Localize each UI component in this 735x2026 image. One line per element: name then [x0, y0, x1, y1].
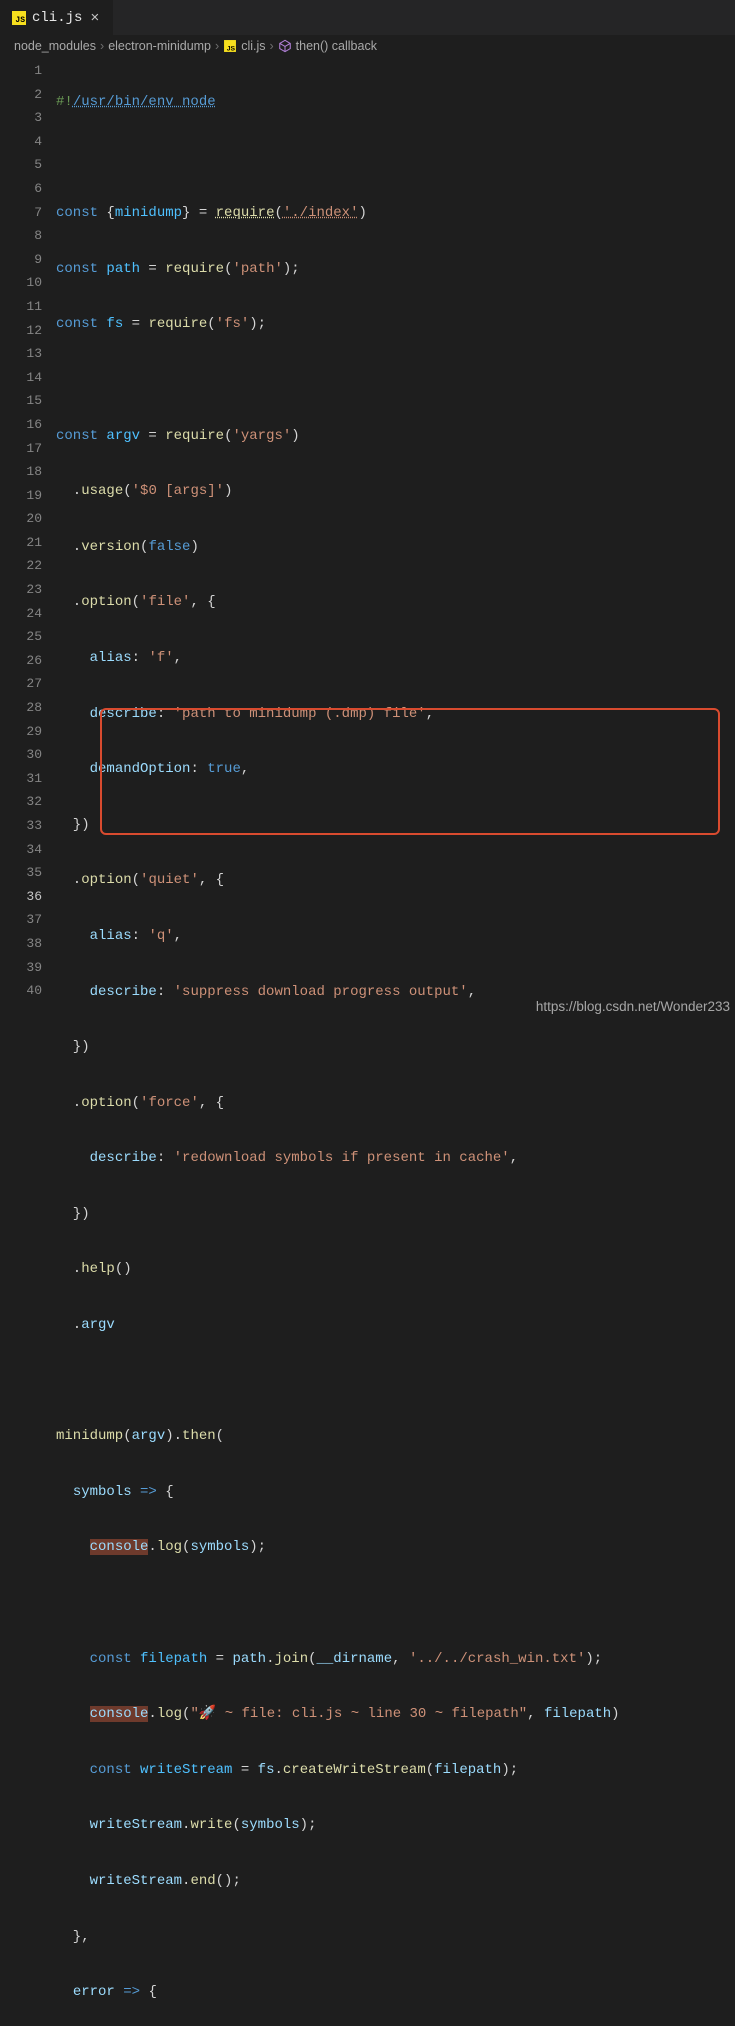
- tab-cli-js[interactable]: JS cli.js ×: [0, 0, 113, 35]
- code-editor[interactable]: 12345 678910 1112131415 1617181920 21222…: [0, 57, 735, 2026]
- chevron-right-icon: ›: [270, 39, 274, 53]
- tab-label: cli.js: [32, 10, 82, 26]
- breadcrumb-seg[interactable]: electron-minidump: [108, 39, 211, 53]
- breadcrumb-seg[interactable]: node_modules: [14, 39, 96, 53]
- chevron-right-icon: ›: [100, 39, 104, 53]
- close-icon[interactable]: ×: [88, 10, 101, 27]
- method-icon: [278, 39, 292, 53]
- js-file-icon: JS: [12, 11, 26, 25]
- breadcrumb-seg[interactable]: then() callback: [296, 39, 377, 53]
- code-area[interactable]: #!/usr/bin/env node const {minidump} = r…: [56, 57, 735, 2026]
- chevron-right-icon: ›: [215, 39, 219, 53]
- tab-bar: JS cli.js ×: [0, 0, 735, 35]
- gutter: 12345 678910 1112131415 1617181920 21222…: [0, 57, 56, 2026]
- breadcrumb: node_modules › electron-minidump › JS cl…: [0, 35, 735, 57]
- js-file-icon: JS: [224, 40, 236, 52]
- breadcrumb-seg[interactable]: cli.js: [241, 39, 265, 53]
- watermark: https://blog.csdn.net/Wonder233: [536, 999, 730, 1014]
